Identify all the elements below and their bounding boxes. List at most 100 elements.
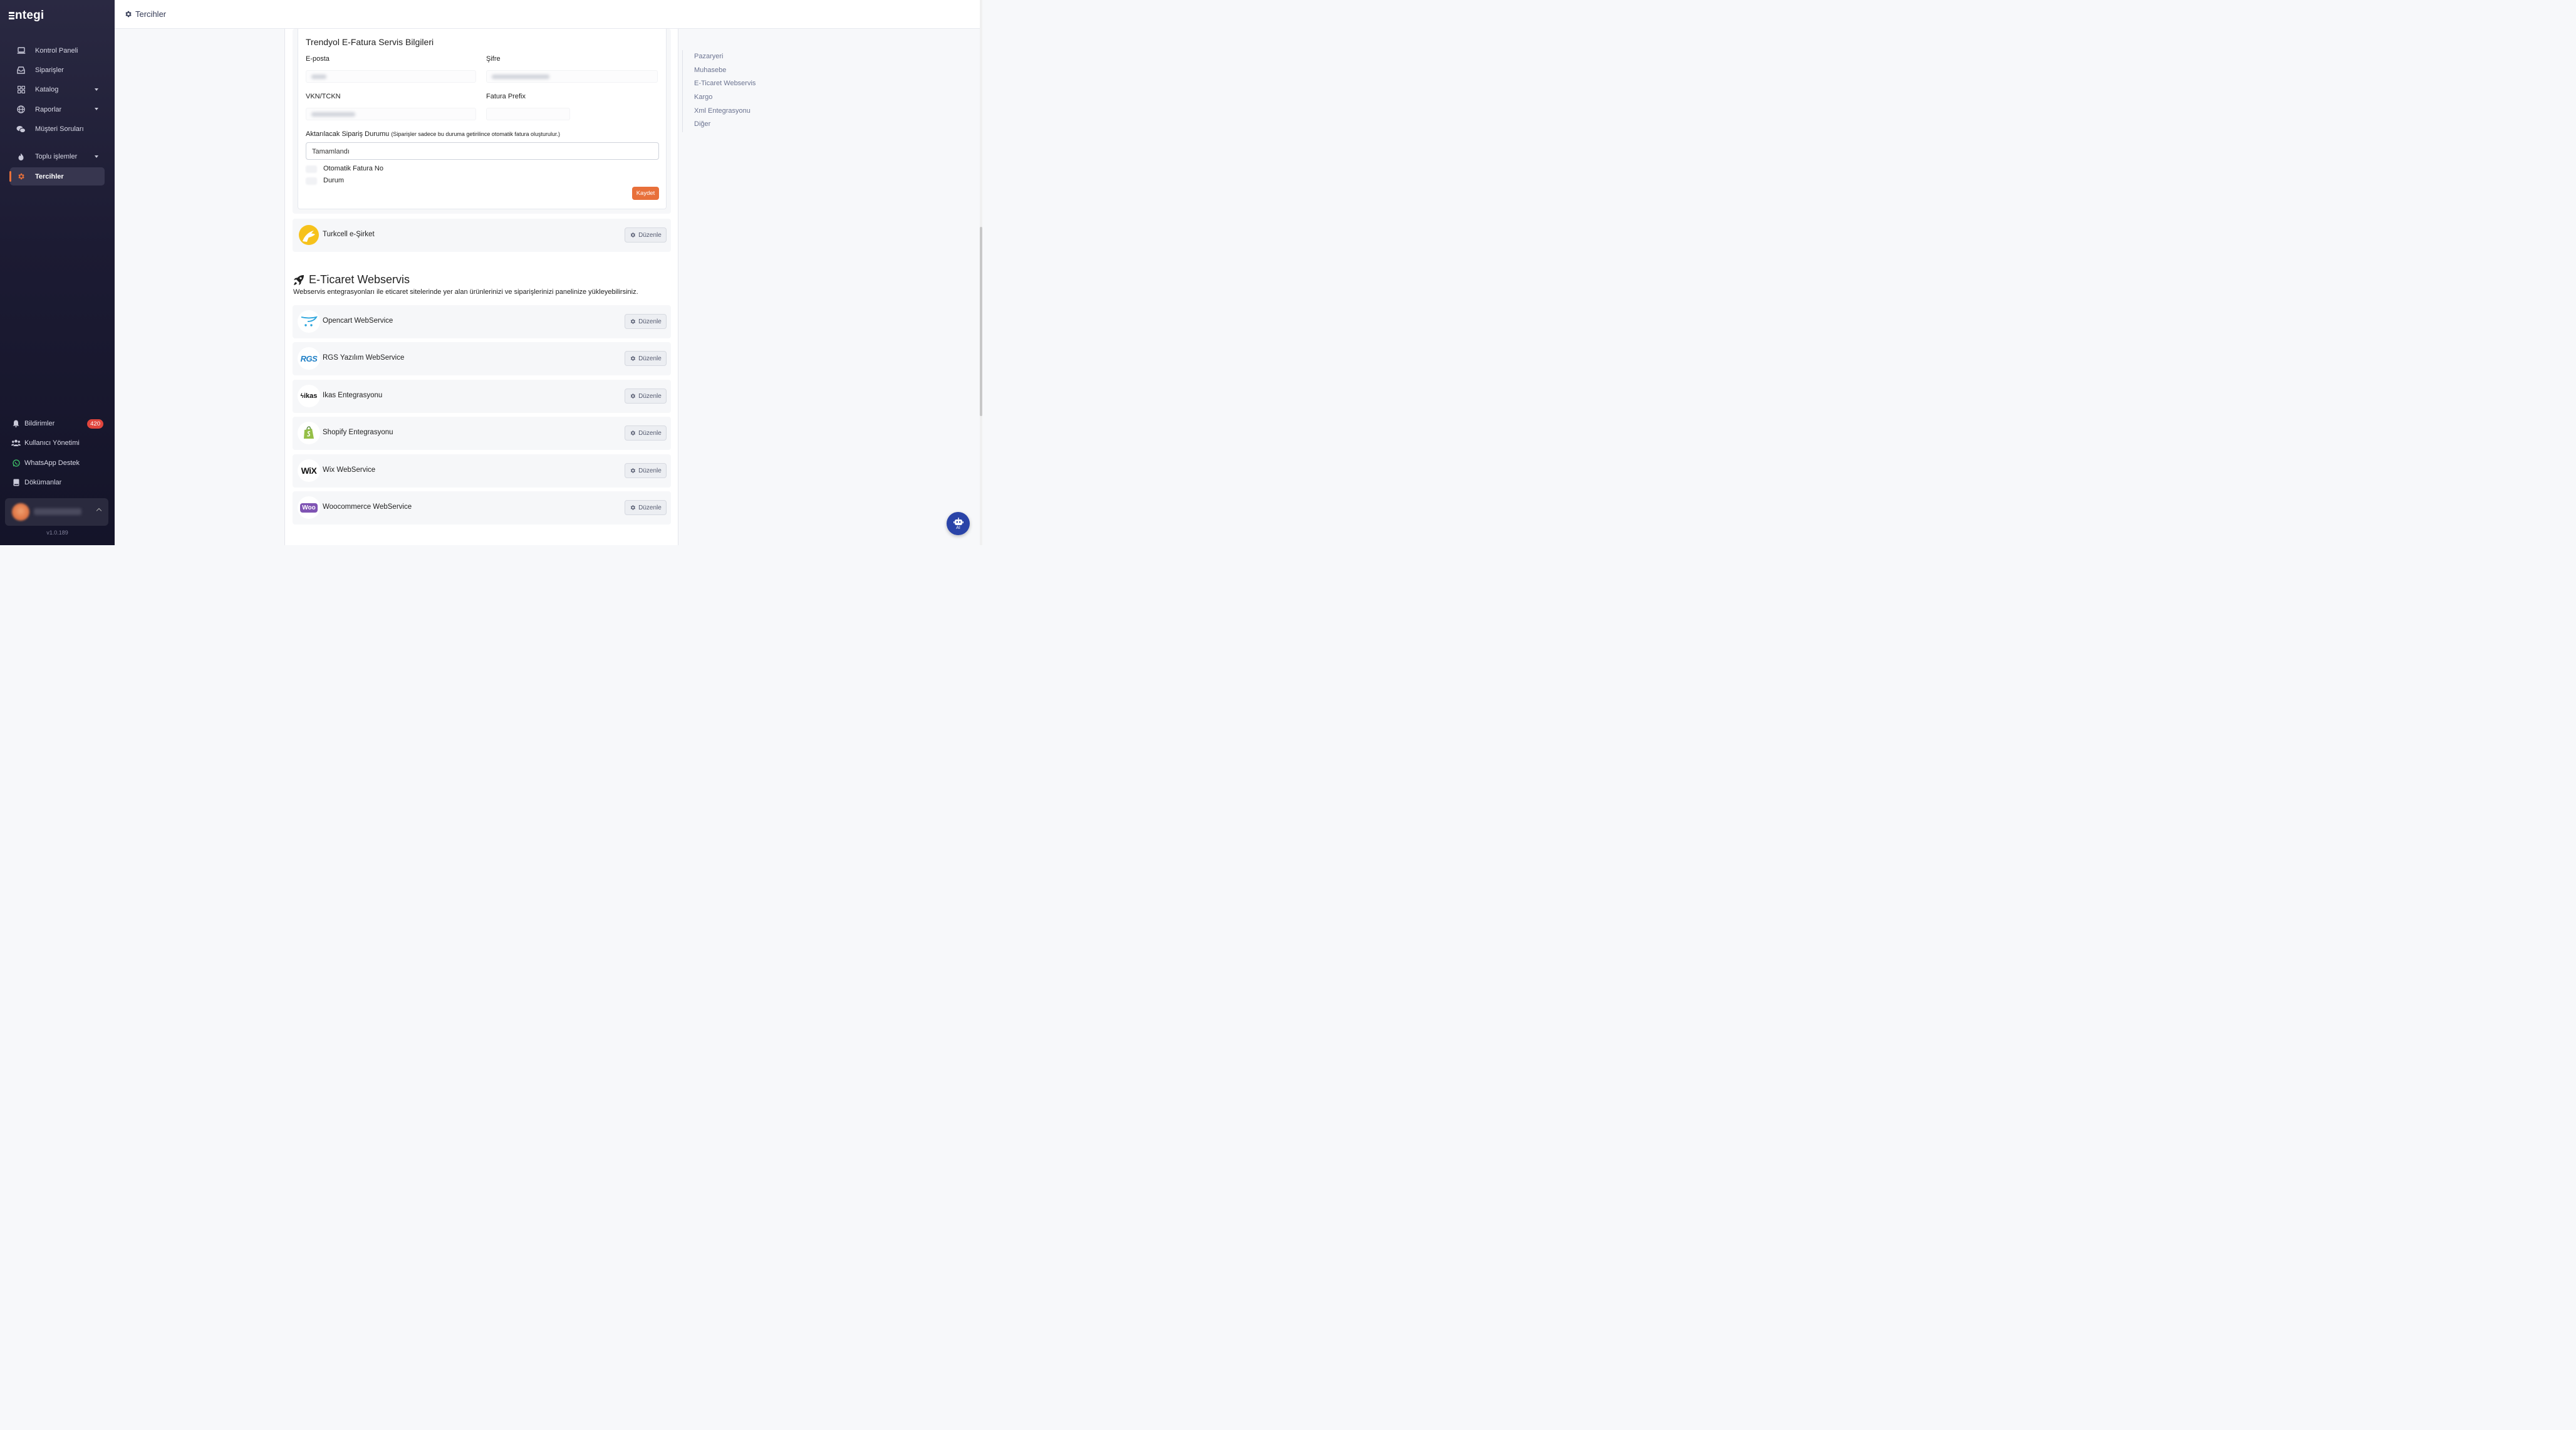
user-menu[interactable] <box>5 498 108 526</box>
inbox-icon <box>16 65 26 75</box>
gear-icon <box>630 393 636 399</box>
sidebar-bottom-nav: Bildirimler 420 Kullanıcı Yönetimi Whats… <box>10 415 105 493</box>
sidebar-item-musteri-sorulari[interactable]: Müşteri Soruları <box>10 120 105 138</box>
sidebar-item-siparisler[interactable]: Siparişler <box>10 61 105 79</box>
status-checkbox[interactable] <box>306 177 317 185</box>
password-label: Şifre <box>486 55 501 63</box>
sidebar-item-toplu-islemler[interactable]: Toplu işlemler <box>10 148 105 166</box>
scrollbar-thumb[interactable] <box>980 227 982 416</box>
prefix-label: Fatura Prefix <box>486 93 526 100</box>
gear-icon <box>630 467 636 474</box>
auto-invoice-checkbox[interactable] <box>306 165 317 173</box>
integration-name: Ikas Entegrasyonu <box>323 392 383 399</box>
app-logo[interactable]: ntegi <box>9 9 44 23</box>
vkn-field[interactable] <box>306 108 476 120</box>
sidebar-item-kullanici-yonetimi[interactable]: Kullanıcı Yönetimi <box>10 434 105 452</box>
book-icon <box>11 478 21 487</box>
sidebar-item-tercihler[interactable]: Tercihler <box>9 167 105 186</box>
edit-button[interactable]: Düzenle <box>625 389 667 404</box>
user-name-redacted <box>34 508 81 515</box>
globe-icon <box>16 105 26 114</box>
fire-icon <box>16 152 26 162</box>
sidebar-item-dokumanlar[interactable]: Dökümanlar <box>10 474 105 491</box>
ai-assistant-button[interactable]: AI <box>947 512 970 535</box>
status-label: Durum <box>323 177 345 184</box>
turkcell-logo <box>298 224 320 246</box>
efatura-title: Trendyol E-Fatura Servis Bilgileri <box>306 37 434 47</box>
edit-button[interactable]: Düzenle <box>625 463 667 478</box>
edit-button[interactable]: Düzenle <box>625 425 667 441</box>
wix-logo: WiX <box>298 459 320 482</box>
rocket-icon <box>293 274 304 286</box>
bell-icon <box>11 419 21 429</box>
auto-invoice-label: Otomatik Fatura No <box>323 165 383 172</box>
gear-icon <box>630 318 636 325</box>
sidebar-item-whatsapp-destek[interactable]: WhatsApp Destek <box>10 454 105 472</box>
integration-row-woocommerce: Woo Woocommerce WebService Düzenle <box>293 491 671 525</box>
integration-row-ikas: ϟ ikas Ikas Entegrasyonu Düzenle <box>293 380 671 413</box>
chat-icon <box>16 125 26 134</box>
grid-icon <box>16 85 26 95</box>
gear-icon <box>630 430 636 436</box>
woo-logo: Woo <box>298 496 320 519</box>
logo-mark <box>9 11 14 21</box>
whatsapp-icon <box>11 458 21 467</box>
notification-count-badge: 420 <box>87 419 103 429</box>
section-description: Webservis entegrasyonları ile eticaret s… <box>293 288 638 296</box>
password-field[interactable] <box>486 70 658 83</box>
sidebar: ntegi Kontrol Paneli Siparişler Katalog <box>0 0 115 545</box>
opencart-logo <box>298 310 320 333</box>
integration-name: Wix WebService <box>323 466 376 474</box>
page-title: Tercihler <box>135 9 167 19</box>
order-status-label: Aktarılacak Sipariş Durumu (Siparişler s… <box>306 130 560 138</box>
integration-row-opencart: Opencart WebService Düzenle <box>293 305 671 338</box>
edit-button[interactable]: Düzenle <box>625 314 667 329</box>
email-label: E-posta <box>306 55 330 63</box>
app-version: v1.0.189 <box>46 530 68 536</box>
nav-divider <box>10 140 105 148</box>
gear-icon <box>630 504 636 511</box>
integration-row-wix: WiX Wix WebService Düzenle <box>293 454 671 488</box>
integration-name: Shopify Entegrasyonu <box>323 429 393 436</box>
chevron-down-icon <box>95 88 98 91</box>
integration-row-turkcell: Turkcell e-Şirket Düzenle <box>293 219 671 252</box>
sidebar-item-katalog[interactable]: Katalog <box>10 81 105 99</box>
integration-row-rgs: RGS RGS Yazılım WebService Düzenle <box>293 342 671 375</box>
gear-icon <box>124 10 132 18</box>
integration-name: Opencart WebService <box>323 317 393 325</box>
page-scrollbar[interactable] <box>980 0 982 545</box>
rgs-logo: RGS <box>298 347 320 370</box>
chevron-down-icon <box>95 108 98 111</box>
chevron-down-icon <box>95 155 98 158</box>
laptop-icon <box>16 46 26 55</box>
efatura-panel: Trendyol E-Fatura Servis Bilgileri E-pos… <box>293 29 671 214</box>
settings-content: Trendyol E-Fatura Servis Bilgileri E-pos… <box>284 29 678 545</box>
sidebar-item-kontrol-paneli[interactable]: Kontrol Paneli <box>10 41 105 60</box>
gear-icon <box>630 355 636 362</box>
save-button[interactable]: Kaydet <box>632 187 659 200</box>
chevron-up-icon <box>96 508 102 514</box>
toc-item-xml-entegrasyonu[interactable]: Xml Entegrasyonu <box>694 105 756 118</box>
gear-icon <box>630 232 636 238</box>
vkn-label: VKN/TCKN <box>306 93 341 100</box>
integration-name: Turkcell e-Şirket <box>323 231 375 238</box>
ikas-logo: ϟ ikas <box>298 385 320 407</box>
toc-item-diger[interactable]: Diğer <box>694 118 756 132</box>
sidebar-item-raporlar[interactable]: Raporlar <box>10 100 105 118</box>
shopify-logo <box>298 422 320 444</box>
toc-item-muhasebe[interactable]: Muhasebe <box>694 64 756 78</box>
order-status-select[interactable]: Tamamlandı <box>306 142 659 160</box>
toc-item-eticaret-webservis[interactable]: E-Ticaret Webservis <box>694 77 756 91</box>
integration-row-shopify: Shopify Entegrasyonu Düzenle <box>293 417 671 450</box>
gear-icon <box>16 172 26 181</box>
edit-button[interactable]: Düzenle <box>625 227 667 243</box>
edit-button[interactable]: Düzenle <box>625 500 667 515</box>
users-icon <box>11 439 21 448</box>
edit-button[interactable]: Düzenle <box>625 351 667 366</box>
section-title-webservis: E-Ticaret Webservis <box>293 273 410 286</box>
email-field[interactable] <box>306 70 476 83</box>
sidebar-item-bildirimler[interactable]: Bildirimler 420 <box>10 415 105 432</box>
toc-item-pazaryeri[interactable]: Pazaryeri <box>694 50 756 64</box>
prefix-field[interactable] <box>486 108 570 120</box>
toc-item-kargo[interactable]: Kargo <box>694 91 756 105</box>
